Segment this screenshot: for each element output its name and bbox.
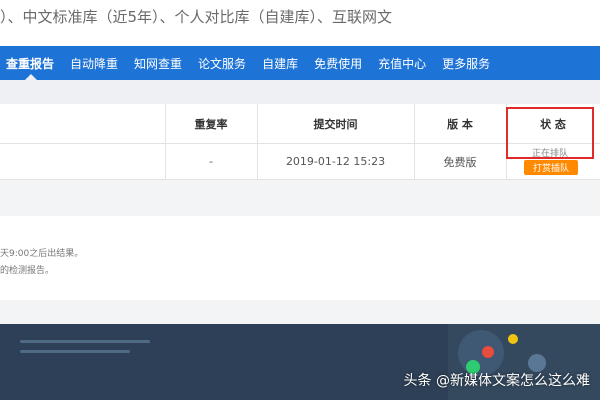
notice-line: 的检测报告。 bbox=[0, 266, 55, 276]
intro-text: ）、中文标准库（近5年）、个人对比库（自建库）、互联网文 bbox=[0, 0, 600, 46]
promo-text-blur bbox=[20, 340, 150, 343]
column-divider bbox=[165, 104, 166, 180]
reward-queue-button[interactable]: 打赏插队 bbox=[524, 160, 578, 175]
header-blank bbox=[0, 104, 165, 144]
illustration-dot bbox=[508, 334, 518, 344]
watermark-text: 头条 @新媒体文案怎么这么难 bbox=[403, 373, 590, 389]
table-row-title-cell bbox=[0, 144, 165, 180]
nav-item-auto-reduce[interactable]: 自动降重 bbox=[62, 46, 126, 80]
content-spacer bbox=[0, 80, 600, 104]
nav-item-label: 论文服务 bbox=[198, 56, 247, 71]
header-version: 版 本 bbox=[414, 104, 506, 144]
promo-text-blur bbox=[20, 350, 130, 353]
nav-item-more-services[interactable]: 更多服务 bbox=[434, 46, 498, 80]
nav-item-label: 充值中心 bbox=[378, 56, 427, 71]
cell-submit-time: 2019-01-12 15:23 bbox=[257, 144, 414, 180]
nav-item-label: 更多服务 bbox=[442, 56, 491, 71]
nav-item-paper-service[interactable]: 论文服务 bbox=[190, 46, 254, 80]
notice-line: 天9:00之后出结果。 bbox=[0, 249, 84, 259]
header-submit-time: 提交时间 bbox=[257, 104, 414, 144]
status-highlight-box bbox=[506, 107, 594, 159]
cell-version: 免费版 bbox=[414, 144, 506, 180]
header-duplicate-rate: 重复率 bbox=[165, 104, 257, 144]
top-nav: 查重报告 自动降重 知网查重 论文服务 自建库 免费使用 充值中心 更多服务 bbox=[0, 46, 600, 80]
nav-item-free-use[interactable]: 免费使用 bbox=[306, 46, 370, 80]
nav-item-label: 自动降重 bbox=[70, 56, 119, 71]
nav-item-own-library[interactable]: 自建库 bbox=[254, 46, 306, 80]
nav-item-report[interactable]: 查重报告 bbox=[0, 46, 62, 80]
illustration-dot bbox=[482, 346, 494, 358]
column-divider bbox=[257, 104, 258, 180]
column-divider bbox=[414, 104, 415, 180]
nav-item-label: 免费使用 bbox=[314, 56, 363, 71]
promo-banner: 头条 @新媒体文案怎么这么难 bbox=[0, 324, 600, 400]
notice-panel: 天9:00之后出结果。 的检测报告。 bbox=[0, 216, 600, 300]
cell-duplicate-rate: - bbox=[165, 144, 257, 180]
nav-item-label: 知网查重 bbox=[134, 56, 183, 71]
nav-item-recharge[interactable]: 充值中心 bbox=[370, 46, 434, 80]
nav-item-cnki-check[interactable]: 知网查重 bbox=[126, 46, 190, 80]
nav-item-label: 自建库 bbox=[262, 56, 299, 71]
nav-item-label: 查重报告 bbox=[6, 56, 55, 71]
